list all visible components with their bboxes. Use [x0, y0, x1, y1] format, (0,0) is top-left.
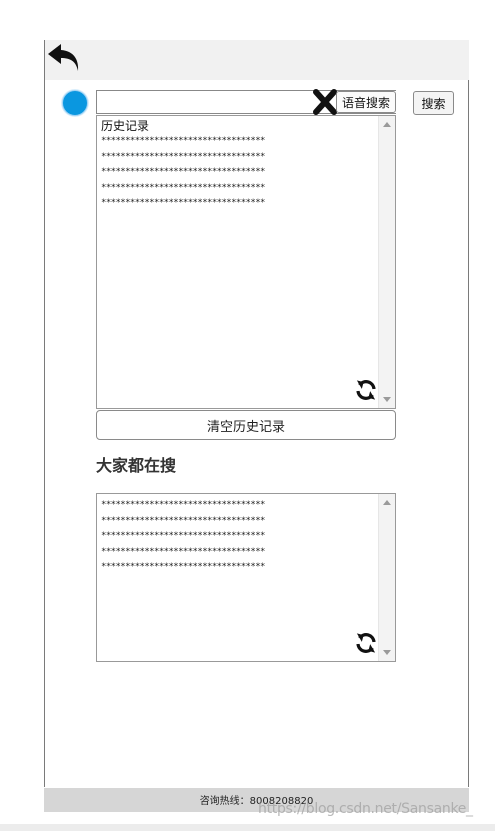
- voice-search-button[interactable]: 语音搜索: [336, 91, 396, 113]
- scroll-down-arrow-icon[interactable]: [383, 397, 391, 402]
- history-heading: 历史记录: [101, 119, 150, 133]
- hot-search-title: 大家都在搜: [96, 456, 177, 475]
- watermark-text: https://blog.csdn.net/Sansanke_: [258, 801, 473, 817]
- close-x-icon[interactable]: [313, 89, 337, 115]
- history-item[interactable]: **********************************: [101, 134, 375, 150]
- history-item[interactable]: **********************************: [101, 150, 375, 166]
- search-button[interactable]: 搜索: [413, 91, 454, 115]
- history-list[interactable]: 历史记录 ********************************** …: [96, 115, 396, 409]
- bottom-strip: [0, 824, 495, 831]
- hot-item[interactable]: **********************************: [101, 545, 375, 561]
- hot-scrollbar[interactable]: [378, 494, 395, 661]
- scroll-down-arrow-icon[interactable]: [383, 650, 391, 655]
- status-dot: [62, 90, 88, 116]
- history-scrollbar[interactable]: [378, 116, 395, 408]
- history-item[interactable]: **********************************: [101, 165, 375, 181]
- hot-item[interactable]: **********************************: [101, 529, 375, 545]
- hot-item[interactable]: **********************************: [101, 514, 375, 530]
- history-content: 历史记录 ********************************** …: [101, 118, 375, 212]
- scroll-up-arrow-icon[interactable]: [383, 122, 391, 127]
- clear-history-button[interactable]: 清空历史记录: [96, 410, 396, 440]
- history-item[interactable]: **********************************: [101, 181, 375, 197]
- scroll-up-arrow-icon[interactable]: [383, 500, 391, 505]
- refresh-icon[interactable]: [354, 631, 378, 655]
- hot-content: ********************************** *****…: [101, 498, 375, 576]
- hot-item[interactable]: **********************************: [101, 560, 375, 576]
- hot-item[interactable]: **********************************: [101, 498, 375, 514]
- top-bar: [45, 40, 469, 80]
- back-arrow-icon[interactable]: [46, 40, 82, 74]
- refresh-icon[interactable]: [354, 378, 378, 402]
- hot-search-list[interactable]: ********************************** *****…: [96, 493, 396, 662]
- history-item[interactable]: **********************************: [101, 196, 375, 212]
